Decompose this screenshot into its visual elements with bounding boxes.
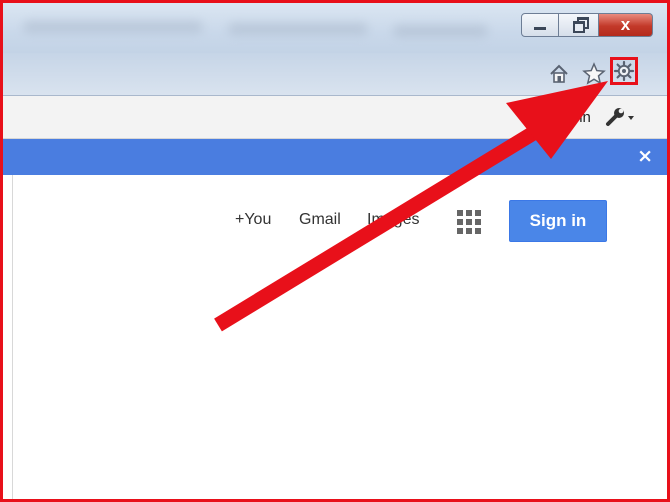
plus-you-link[interactable]: +You bbox=[235, 211, 271, 229]
minimize-icon bbox=[534, 26, 546, 30]
content-border bbox=[12, 175, 13, 499]
window-controls: x bbox=[521, 13, 653, 37]
notification-bar: × bbox=[3, 139, 667, 175]
gmail-link[interactable]: Gmail bbox=[299, 211, 341, 229]
notification-close-button[interactable]: × bbox=[637, 145, 653, 167]
images-link[interactable]: Images bbox=[367, 211, 419, 229]
gear-icon[interactable] bbox=[611, 58, 637, 84]
toolbar-sign-in-link[interactable]: Sign in bbox=[545, 109, 591, 126]
minimize-button[interactable] bbox=[521, 13, 559, 37]
close-button[interactable]: x bbox=[599, 13, 653, 37]
wrench-icon[interactable] bbox=[605, 106, 635, 128]
browser-toolbar bbox=[3, 53, 667, 96]
close-label: x bbox=[620, 15, 631, 34]
blurred-title bbox=[393, 25, 488, 37]
screenshot-frame: x Sign in × +You Gmail Images Sign in bbox=[0, 0, 670, 502]
page-content: +You Gmail Images Sign in bbox=[3, 175, 667, 499]
blurred-title bbox=[23, 21, 203, 33]
apps-grid-icon[interactable] bbox=[457, 210, 481, 234]
sign-in-button[interactable]: Sign in bbox=[509, 200, 607, 242]
restore-icon bbox=[572, 17, 589, 33]
home-icon[interactable] bbox=[546, 61, 572, 87]
restore-button[interactable] bbox=[559, 13, 599, 37]
star-icon[interactable] bbox=[581, 61, 607, 87]
blurred-title bbox=[228, 23, 368, 35]
command-bar: Sign in bbox=[3, 96, 667, 139]
window-title-bar: x bbox=[3, 3, 667, 53]
